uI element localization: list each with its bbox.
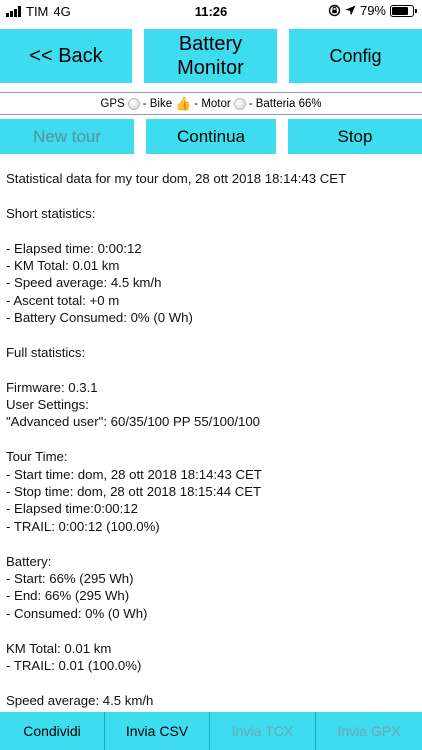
status-bar: TIM 4G 11:26 79% — [0, 0, 422, 24]
device-status-line: GPS - Bike 👍 - Motor - Batteria 66% — [0, 92, 422, 115]
statistics-line: Firmware: 0.3.1 — [6, 379, 98, 395]
statistics-line: KM Total: 0.01 km — [6, 640, 112, 656]
statistics-text[interactable]: Statistical data for my tour dom, 28 ott… — [6, 170, 416, 712]
tour-button-row: New tour Continua Stop — [0, 119, 422, 154]
statistics-line: - Battery Consumed: 0% (0 Wh) — [6, 310, 193, 326]
gps-label: GPS — [100, 97, 125, 110]
statistics-line: User Settings: — [6, 397, 89, 413]
status-right: 79% — [328, 3, 417, 18]
statistics-line: - Ascent total: +0 m — [6, 292, 120, 308]
stop-button[interactable]: Stop — [288, 119, 422, 154]
battery-level-fill — [392, 6, 408, 15]
title-line-2: Monitor — [177, 57, 244, 79]
send-tcx-button[interactable]: Invia TCX — [210, 712, 316, 750]
gps-status-dot-icon — [127, 97, 140, 110]
statistics-line: Battery: — [6, 553, 52, 569]
statistics-line: - Elapsed time:0:00:12 — [6, 501, 138, 517]
send-gpx-button[interactable]: Invia GPX — [316, 712, 422, 750]
statistics-line: - Start time: dom, 28 ott 2018 18:14:43 … — [6, 466, 262, 482]
battery-status-label: - Batteria 66% — [248, 97, 322, 110]
config-button[interactable]: Config — [289, 29, 422, 83]
share-button[interactable]: Condividi — [0, 712, 105, 750]
bottom-toolbar: Condividi Invia CSV Invia TCX Invia GPX — [0, 712, 422, 750]
statistics-line: Tour Time: — [6, 449, 68, 465]
new-tour-button[interactable]: New tour — [0, 119, 134, 154]
battery-monitor-button[interactable]: Battery Monitor — [144, 29, 277, 83]
title-line-1: Battery — [178, 33, 243, 55]
battery-icon — [390, 4, 417, 17]
statistics-line: - TRAIL: 0:00:12 (100.0%) — [6, 518, 160, 534]
statistics-line: - TRAIL: 0.01 (100.0%) — [6, 657, 142, 673]
thumbs-up-icon: 👍 — [175, 96, 192, 111]
statistics-line: Speed average: 4.5 km/h — [6, 692, 154, 708]
send-csv-button[interactable]: Invia CSV — [105, 712, 210, 750]
statistics-line: - End: 66% (295 Wh) — [6, 588, 130, 604]
statistics-line: - Stop time: dom, 28 ott 2018 18:15:44 C… — [6, 484, 262, 500]
top-button-row: << Back Battery Monitor Config — [0, 29, 422, 83]
statistics-line: - KM Total: 0.01 km — [6, 257, 120, 273]
statistics-line: - Start: 66% (295 Wh) — [6, 570, 134, 586]
motor-status-dot-icon — [233, 97, 246, 110]
location-arrow-icon — [345, 5, 356, 16]
statistics-line: - Speed average: 4.5 km/h — [6, 275, 162, 291]
statistics-line: Short statistics: — [6, 205, 96, 221]
bike-label: - Bike — [142, 97, 173, 110]
continua-button[interactable]: Continua — [146, 119, 276, 154]
statistics-line: "Advanced user": 60/35/100 PP 55/100/100 — [6, 414, 261, 430]
rotation-lock-icon — [328, 4, 341, 17]
motor-label: - Motor — [194, 97, 231, 110]
battery-percent: 79% — [359, 3, 386, 18]
statistics-line: Statistical data for my tour dom, 28 ott… — [6, 171, 347, 186]
statistics-line: - Elapsed time: 0:00:12 — [6, 240, 142, 256]
statistics-line: - Consumed: 0% (0 Wh) — [6, 605, 148, 621]
statistics-line: Full statistics: — [6, 344, 86, 360]
back-button[interactable]: << Back — [0, 29, 132, 83]
